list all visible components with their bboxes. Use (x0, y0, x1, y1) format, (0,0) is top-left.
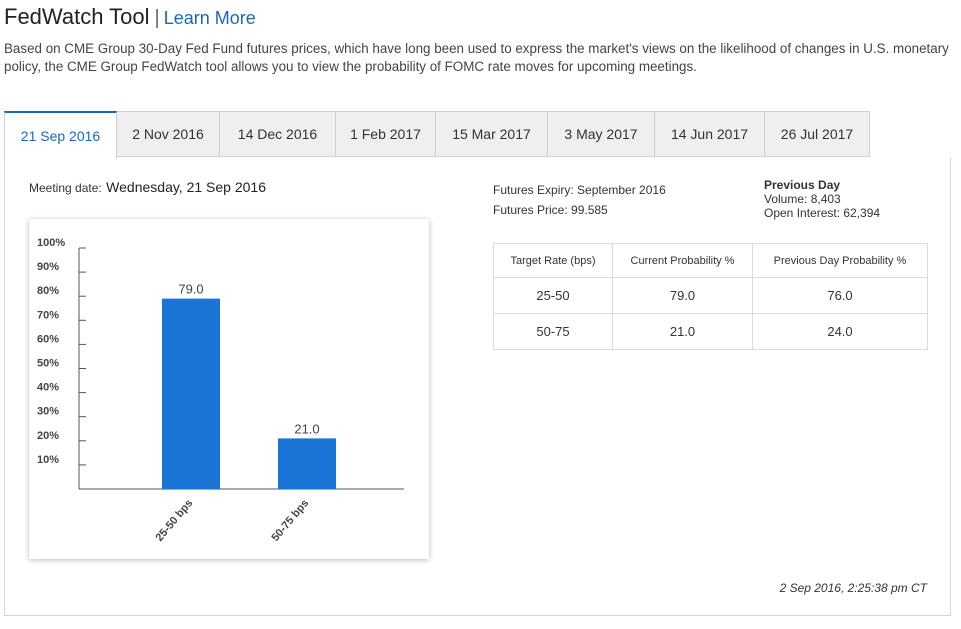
meeting-date-value: Wednesday, 21 Sep 2016 (106, 179, 266, 195)
table-row: 50-75 21.0 24.0 (493, 313, 928, 350)
meeting-tabs: 21 Sep 2016 2 Nov 2016 14 Dec 2016 1 Feb… (4, 111, 870, 159)
y-tick-label: 100% (37, 237, 65, 249)
data-label: 79.0 (178, 282, 203, 297)
tab-1-feb-2017[interactable]: 1 Feb 2017 (336, 111, 436, 157)
meeting-date-label: Meeting date: (29, 181, 102, 195)
page-description: Based on CME Group 30-Day Fed Fund futur… (4, 41, 949, 74)
futures-expiry: Futures Expiry: September 2016 (493, 183, 666, 197)
tab-21-sep-2016[interactable]: 21 Sep 2016 (4, 111, 117, 159)
previous-day-heading: Previous Day (764, 178, 841, 192)
cell-previous-day-probability: 24.0 (752, 313, 928, 350)
learn-more-link[interactable]: Learn More (164, 8, 256, 28)
y-tick-label: 20% (37, 430, 59, 442)
cell-target-rate: 25-50 (493, 277, 613, 314)
bar (278, 438, 336, 489)
tab-2-nov-2016[interactable]: 2 Nov 2016 (117, 111, 220, 157)
probability-chart: 10% 20% 30% 40% 50% 60% 70% 80% 90% 100% 79.0 25-50… (29, 219, 429, 559)
x-tick-label: 25-50 bps (153, 497, 195, 544)
bar (162, 298, 220, 489)
futures-price: Futures Price: 99.585 (493, 203, 608, 217)
y-tick-label: 70% (37, 309, 59, 321)
futures-info: Futures Expiry: September 2016 Futures P… (493, 180, 666, 220)
previous-day-volume: Volume: 8,403 (764, 192, 841, 206)
probability-table: Target Rate (bps) Current Probability % … (493, 243, 928, 350)
cell-target-rate: 50-75 (493, 313, 613, 350)
tab-14-dec-2016[interactable]: 14 Dec 2016 (220, 111, 336, 157)
y-tick-label: 30% (37, 406, 59, 418)
header-previous-day-probability: Previous Day Probability % (752, 243, 928, 278)
meeting-date: Meeting date: Wednesday, 21 Sep 2016 (29, 179, 266, 197)
y-tick-label: 40% (37, 382, 59, 394)
page-title: FedWatch Tool (4, 4, 150, 29)
cell-previous-day-probability: 76.0 (752, 277, 928, 314)
tab-26-jul-2017[interactable]: 26 Jul 2017 (765, 111, 870, 157)
header-target-rate: Target Rate (bps) (493, 243, 613, 278)
cell-current-probability: 21.0 (612, 313, 753, 350)
probability-chart-svg: 10% 20% 30% 40% 50% 60% 70% 80% 90% 100% 79.0 25-50… (37, 237, 404, 544)
previous-day-info: Previous Day Volume: 8,403 Open Interest… (764, 178, 880, 220)
tab-14-jun-2017[interactable]: 14 Jun 2017 (655, 111, 765, 157)
header-current-probability: Current Probability % (612, 243, 753, 278)
x-tick-label: 50-75 bps (269, 497, 311, 544)
timestamp: 2 Sep 2016, 2:25:38 pm CT (779, 581, 927, 595)
y-tick-label: 60% (37, 333, 59, 345)
cell-current-probability: 79.0 (612, 277, 753, 314)
tab-3-may-2017[interactable]: 3 May 2017 (548, 111, 655, 157)
tab-15-mar-2017[interactable]: 15 Mar 2017 (436, 111, 548, 157)
table-header-row: Target Rate (bps) Current Probability % … (493, 243, 928, 278)
y-tick-label: 50% (37, 358, 59, 370)
previous-day-open-interest: Open Interest: 62,394 (764, 206, 881, 220)
title-row: FedWatch Tool | Learn More (4, 4, 256, 32)
y-tick-label: 10% (37, 454, 59, 466)
title-separator: | (154, 7, 160, 29)
table-row: 25-50 79.0 76.0 (493, 277, 928, 314)
y-tick-label: 90% (37, 261, 59, 273)
y-tick-label: 80% (37, 285, 59, 297)
data-label: 21.0 (294, 421, 319, 436)
